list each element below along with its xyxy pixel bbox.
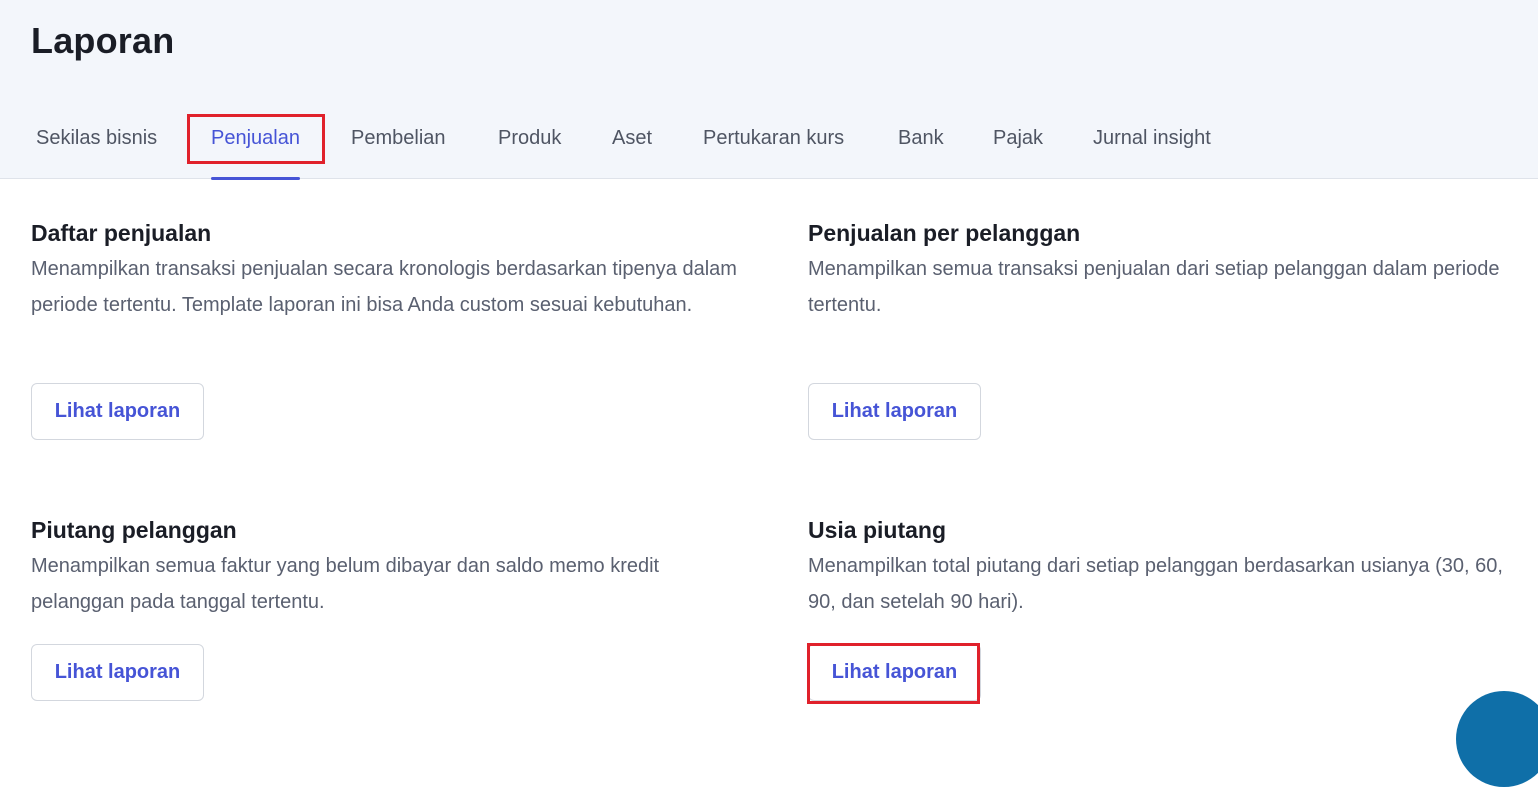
view-report-button-daftar-penjualan[interactable]: Lihat laporan [31,383,204,440]
report-description: Menampilkan transaksi penjualan secara k… [31,258,737,316]
page-header: Laporan Sekilas bisnis Penjualan Pembeli… [0,0,1538,180]
view-report-button-piutang-pelanggan[interactable]: Lihat laporan [31,644,204,701]
tab-pajak[interactable]: Pajak [993,100,1043,178]
chat-fab-button[interactable] [1456,691,1538,787]
tab-pembelian[interactable]: Pembelian [351,100,446,178]
tab-pertukaran-kurs[interactable]: Pertukaran kurs [703,100,844,178]
report-title: Piutang pelanggan [31,517,237,543]
report-title: Penjualan per pelanggan [808,220,1081,246]
report-card-piutang-pelanggan: Piutang pelanggan Menampilkan semua fakt… [31,515,751,620]
tab-aset[interactable]: Aset [612,100,652,178]
tab-jurnal-insight[interactable]: Jurnal insight [1093,100,1211,178]
tab-penjualan[interactable]: Penjualan [211,100,300,180]
view-report-button-usia-piutang[interactable]: Lihat laporan [808,644,981,701]
report-description: Menampilkan semua transaksi penjualan da… [808,258,1500,316]
view-report-button-penjualan-per-pelanggan[interactable]: Lihat laporan [808,383,981,440]
report-description: Menampilkan total piutang dari setiap pe… [808,555,1503,613]
report-title: Daftar penjualan [31,220,212,246]
report-description: Menampilkan semua faktur yang belum diba… [31,555,660,613]
report-card-daftar-penjualan: Daftar penjualan Menampilkan transaksi p… [31,218,751,323]
report-title: Usia piutang [808,517,947,543]
tab-produk[interactable]: Produk [498,100,561,178]
report-card-penjualan-per-pelanggan: Penjualan per pelanggan Menampilkan semu… [808,218,1528,323]
report-tabs: Sekilas bisnis Penjualan Pembelian Produ… [0,100,1538,180]
page-title: Laporan [31,20,175,61]
tab-sekilas-bisnis[interactable]: Sekilas bisnis [36,100,157,178]
report-card-usia-piutang: Usia piutang Menampilkan total piutang d… [808,515,1528,620]
tab-bank[interactable]: Bank [898,100,944,178]
